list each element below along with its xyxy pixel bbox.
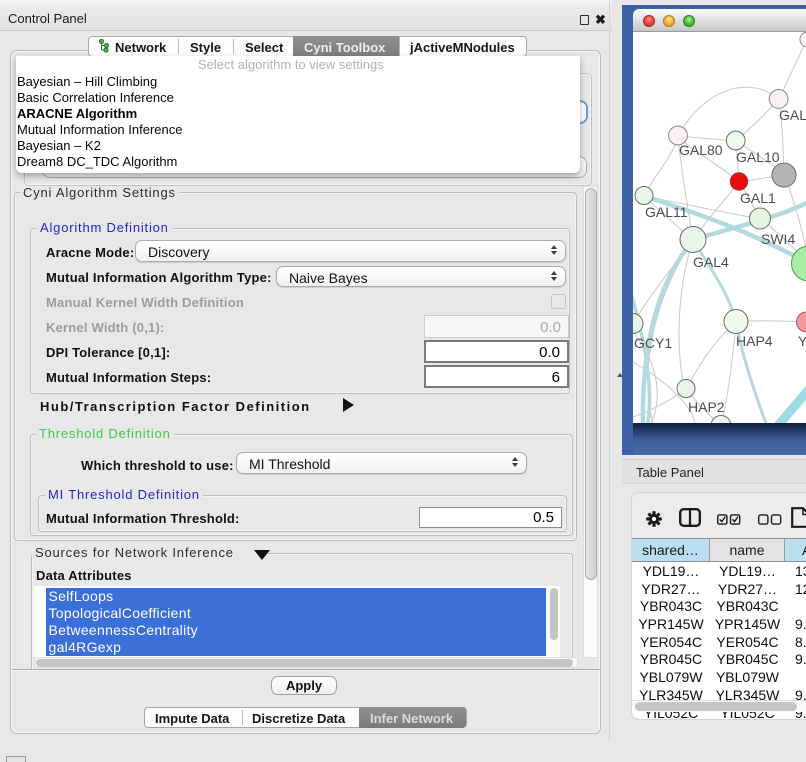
svg-text:HAP4: HAP4 [736, 333, 773, 349]
svg-text:HAP2: HAP2 [688, 399, 725, 415]
svg-text:GAL80: GAL80 [679, 142, 723, 158]
svg-text:GAL1: GAL1 [740, 190, 776, 206]
svg-text:Y: Y [798, 333, 806, 349]
svg-text:GCY1: GCY1 [634, 335, 672, 351]
svg-text:GAL10: GAL10 [736, 149, 780, 165]
svg-text:SWI4: SWI4 [761, 231, 795, 247]
svg-text:GAL7: GAL7 [779, 107, 806, 123]
svg-text:GAL11: GAL11 [645, 204, 688, 220]
svg-text:GAL4: GAL4 [693, 254, 729, 270]
